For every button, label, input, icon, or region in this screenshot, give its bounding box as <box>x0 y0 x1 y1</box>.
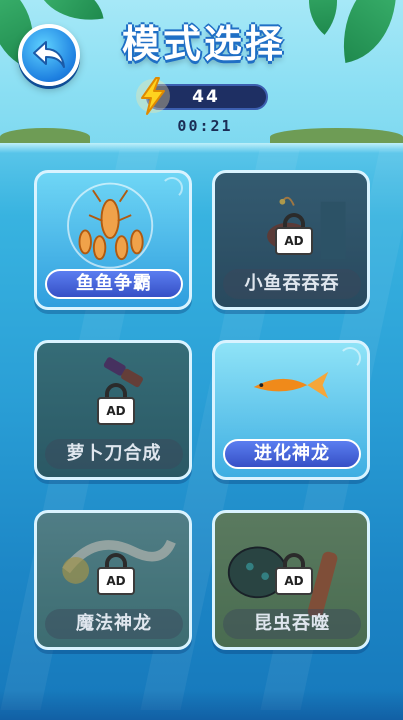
seabed-gradient <box>0 690 403 720</box>
ad-lock-icon: AD <box>275 553 313 595</box>
mode-card-radish-knife[interactable]: AD 萝卜刀合成 <box>34 340 192 480</box>
energy-count: 44 <box>192 87 220 107</box>
mode-label: 鱼鱼争霸 <box>45 269 183 299</box>
mode-label: 魔法神龙 <box>45 609 183 639</box>
mode-label: 进化神龙 <box>223 439 361 469</box>
bubble-shine <box>161 177 183 199</box>
countdown-timer: 00:21 <box>177 117 233 135</box>
horizon <box>0 143 403 153</box>
ad-lock-icon: AD <box>275 213 313 255</box>
mode-card-insect-devour[interactable]: AD 昆虫吞噬 <box>212 510 370 650</box>
lightning-icon <box>136 77 170 115</box>
ad-lock-icon: AD <box>97 383 135 425</box>
mode-label: 昆虫吞噬 <box>223 609 361 639</box>
mode-card-magic-dragon[interactable]: AD 魔法神龙 <box>34 510 192 650</box>
mode-card-small-fish[interactable]: AD 小鱼吞吞吞 <box>212 170 370 310</box>
mode-label: 小鱼吞吞吞 <box>223 269 361 299</box>
page-title: 模式选择 <box>121 22 286 66</box>
bubble-shine <box>339 347 361 369</box>
back-button[interactable] <box>18 24 80 86</box>
ad-lock-icon: AD <box>97 553 135 595</box>
back-arrow-icon <box>33 41 65 68</box>
mode-card-evolve-dragon[interactable]: 进化神龙 <box>212 340 370 480</box>
mode-label: 萝卜刀合成 <box>45 439 183 469</box>
mode-card-fish-battle[interactable]: 鱼鱼争霸 <box>34 170 192 310</box>
